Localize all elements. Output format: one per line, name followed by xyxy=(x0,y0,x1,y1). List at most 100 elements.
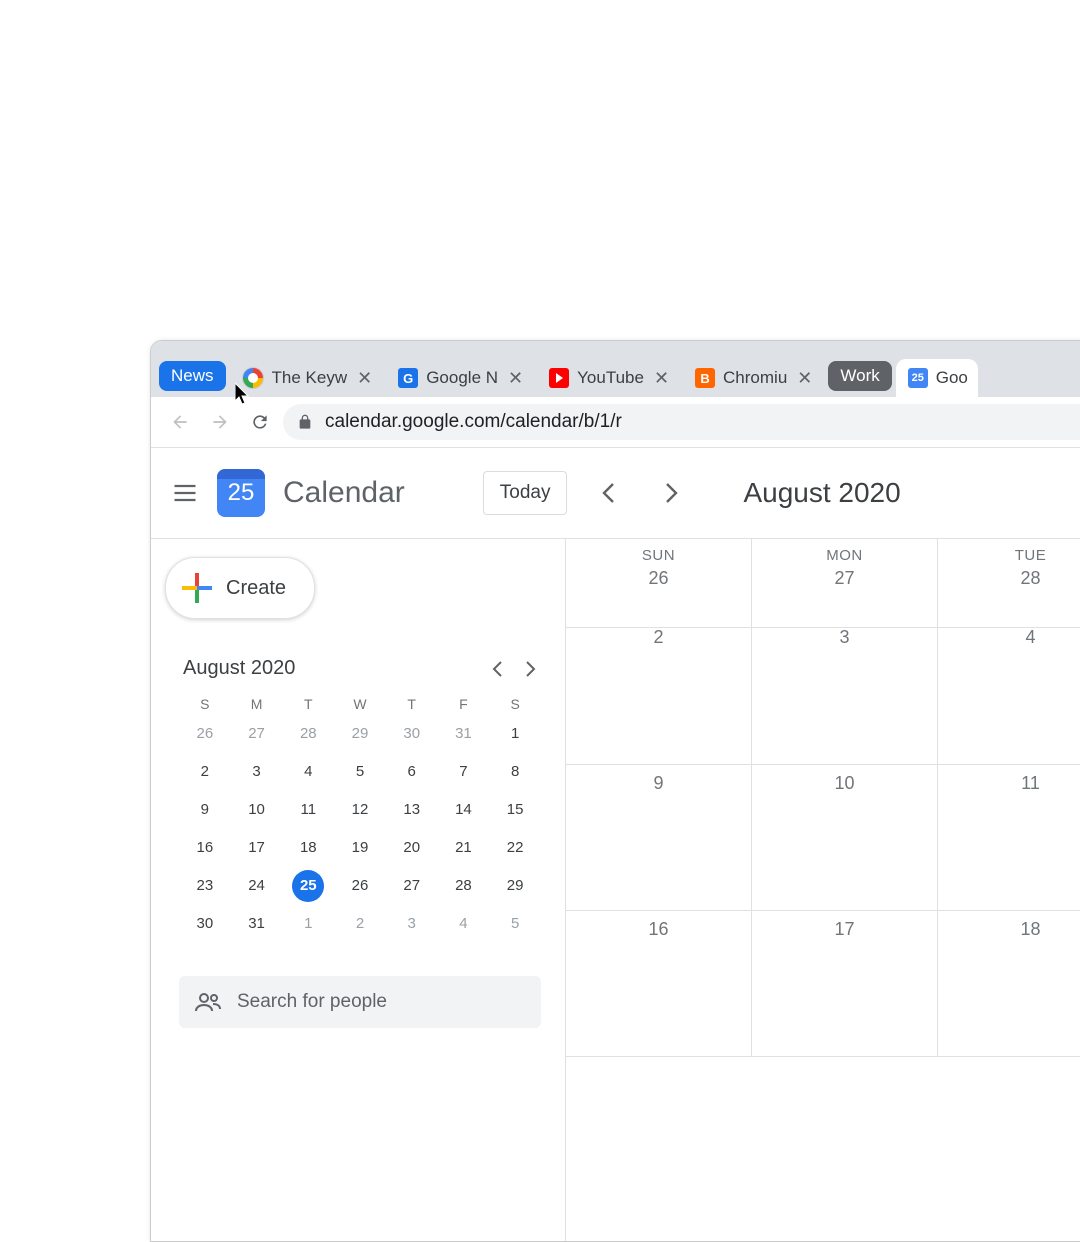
grid-day-cell[interactable]: 17 xyxy=(752,911,938,1057)
mini-day[interactable]: 4 xyxy=(292,756,324,788)
mini-dow: S xyxy=(493,696,537,712)
mini-day[interactable]: 29 xyxy=(344,718,376,750)
arrow-right-icon xyxy=(210,412,230,432)
mini-day[interactable]: 30 xyxy=(396,718,428,750)
grid-header-cell[interactable]: TUE28 xyxy=(938,539,1080,628)
mini-day[interactable]: 8 xyxy=(499,756,531,788)
grid-day-cell[interactable]: 2 xyxy=(566,619,752,765)
grid-day-cell[interactable]: 16 xyxy=(566,911,752,1057)
mini-day[interactable]: 1 xyxy=(499,718,531,750)
grid-day-cell[interactable]: 4 xyxy=(938,619,1080,765)
mini-day[interactable]: 3 xyxy=(241,756,273,788)
mini-day[interactable]: 2 xyxy=(189,756,221,788)
reload-button[interactable] xyxy=(243,405,277,439)
menu-icon[interactable] xyxy=(171,479,199,507)
mini-day[interactable]: 4 xyxy=(447,908,479,940)
grid-header-cell[interactable]: MON27 xyxy=(752,539,938,628)
mini-day[interactable]: 17 xyxy=(241,832,273,864)
grid-day-cell[interactable]: 11 xyxy=(938,765,1080,911)
mini-day[interactable]: 10 xyxy=(241,794,273,826)
mini-day[interactable]: 15 xyxy=(499,794,531,826)
forward-button[interactable] xyxy=(203,405,237,439)
mini-day[interactable]: 26 xyxy=(189,718,221,750)
back-button[interactable] xyxy=(163,405,197,439)
close-tab-button[interactable]: ✕ xyxy=(355,368,374,389)
grid-day-cell[interactable]: 9 xyxy=(566,765,752,911)
mini-day[interactable]: 14 xyxy=(447,794,479,826)
mini-prev-button[interactable] xyxy=(491,660,503,678)
prev-period-button[interactable] xyxy=(587,472,629,514)
mini-day[interactable]: 13 xyxy=(396,794,428,826)
mini-day[interactable]: 27 xyxy=(241,718,273,750)
tab-group-label: News xyxy=(171,366,214,386)
grid-header-cell[interactable]: SUN26 xyxy=(566,539,752,628)
grid-date: 17 xyxy=(752,919,937,940)
browser-tab[interactable]: BChromiu✕ xyxy=(683,359,824,397)
grid-day-cell[interactable]: 18 xyxy=(938,911,1080,1057)
mini-day[interactable]: 12 xyxy=(344,794,376,826)
plus-icon xyxy=(182,573,212,603)
mini-day[interactable]: 26 xyxy=(344,870,376,902)
mini-day[interactable]: 7 xyxy=(447,756,479,788)
favicon-icon: G xyxy=(398,368,418,388)
mini-day[interactable]: 16 xyxy=(189,832,221,864)
browser-tab[interactable]: YouTube✕ xyxy=(537,359,681,397)
mini-day[interactable]: 24 xyxy=(241,870,273,902)
today-button[interactable]: Today xyxy=(483,471,568,515)
mini-day[interactable]: 18 xyxy=(292,832,324,864)
app-header: 25 Calendar Today August 2020 xyxy=(151,448,1080,539)
search-people-input[interactable]: Search for people xyxy=(179,976,541,1028)
tab-title: Goo xyxy=(936,368,968,388)
mini-dow: T xyxy=(286,696,330,712)
grid-day-cell[interactable]: 10 xyxy=(752,765,938,911)
mini-day[interactable]: 29 xyxy=(499,870,531,902)
mini-day[interactable]: 23 xyxy=(189,870,221,902)
url-bar[interactable]: calendar.google.com/calendar/b/1/r xyxy=(283,404,1080,440)
mini-day[interactable]: 6 xyxy=(396,756,428,788)
close-tab-button[interactable]: ✕ xyxy=(652,368,671,389)
grid-day-cell[interactable]: 3 xyxy=(752,619,938,765)
favicon-icon: B xyxy=(695,368,715,388)
mini-day[interactable]: 28 xyxy=(447,870,479,902)
close-tab-button[interactable]: ✕ xyxy=(506,368,525,389)
mini-day[interactable]: 1 xyxy=(292,908,324,940)
mini-day[interactable]: 31 xyxy=(241,908,273,940)
grid-date: 4 xyxy=(938,627,1080,648)
mini-day[interactable]: 3 xyxy=(396,908,428,940)
tab-group-news[interactable]: News xyxy=(159,361,226,391)
app-body: Create August 2020 SMTWTFS26272829303112… xyxy=(151,539,1080,1242)
mini-dow: W xyxy=(338,696,382,712)
tab-group-work[interactable]: Work xyxy=(828,361,891,391)
tab-active-calendar[interactable]: 25 Goo xyxy=(896,359,978,397)
mini-calendar: August 2020 SMTWTFS262728293031123456789… xyxy=(165,657,555,940)
calendar-logo-icon: 25 xyxy=(217,469,265,517)
mini-day[interactable]: 31 xyxy=(447,718,479,750)
browser-tab[interactable]: The Keyw✕ xyxy=(230,359,385,397)
mini-day[interactable]: 2 xyxy=(344,908,376,940)
browser-tab[interactable]: GGoogle N✕ xyxy=(386,359,535,397)
calendar-favicon-icon: 25 xyxy=(908,368,928,388)
mini-day[interactable]: 5 xyxy=(344,756,376,788)
mini-day[interactable]: 20 xyxy=(396,832,428,864)
mini-day[interactable]: 22 xyxy=(499,832,531,864)
next-period-button[interactable] xyxy=(651,472,693,514)
browser-window: News The Keyw✕GGoogle N✕YouTube✕BChromiu… xyxy=(150,340,1080,1242)
mini-day[interactable]: 19 xyxy=(344,832,376,864)
grid-date: 3 xyxy=(752,627,937,648)
create-button[interactable]: Create xyxy=(165,557,315,619)
mini-day[interactable]: 9 xyxy=(189,794,221,826)
mini-day[interactable]: 5 xyxy=(499,908,531,940)
close-tab-button[interactable]: ✕ xyxy=(795,368,814,389)
mini-day[interactable]: 28 xyxy=(292,718,324,750)
mini-next-button[interactable] xyxy=(525,660,537,678)
mini-day[interactable]: 11 xyxy=(292,794,324,826)
mini-day[interactable]: 25 xyxy=(292,870,324,902)
grid-date: 28 xyxy=(938,568,1080,589)
people-icon xyxy=(195,991,221,1013)
grid-date: 16 xyxy=(566,919,751,940)
mini-day[interactable]: 21 xyxy=(447,832,479,864)
favicon-icon xyxy=(242,367,264,389)
mini-day[interactable]: 30 xyxy=(189,908,221,940)
calendar-grid: SUN26MON27TUE28 234 91011 161718 xyxy=(565,539,1080,1242)
mini-day[interactable]: 27 xyxy=(396,870,428,902)
